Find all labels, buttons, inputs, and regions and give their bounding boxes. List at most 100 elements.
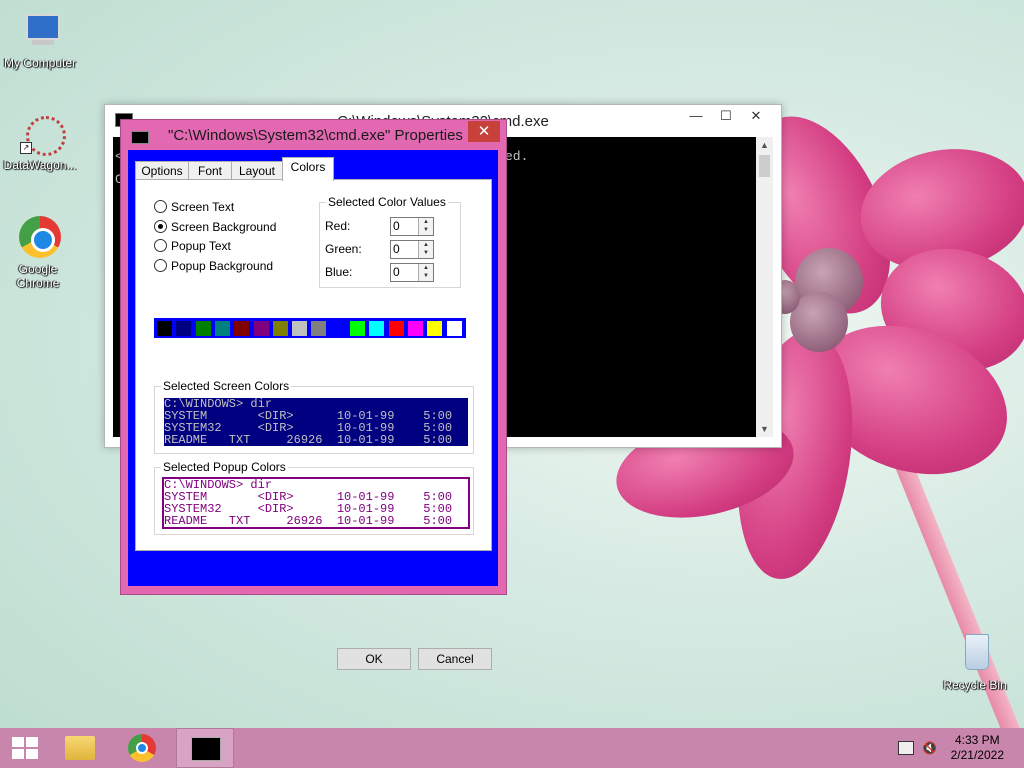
spinner-arrows-icon[interactable]: ▲ ▼ bbox=[418, 218, 433, 235]
blue-label: Blue: bbox=[325, 265, 353, 279]
red-spinner[interactable]: 0 ▲ ▼ bbox=[390, 217, 434, 236]
blue-value[interactable]: 0 bbox=[393, 264, 400, 281]
chrome-icon bbox=[17, 216, 61, 260]
popup-colors-preview: C:\WINDOWS> dir SYSTEM <DIR> 10-01-99 5:… bbox=[162, 477, 470, 529]
green-row: Green: bbox=[325, 242, 362, 256]
properties-dialog[interactable]: "C:\Windows\System32\cmd.exe" Properties… bbox=[120, 119, 507, 670]
taskbar: 🔇 4:33 PM 2/21/2022 bbox=[0, 728, 1024, 768]
datawagon-icon: ↗ bbox=[18, 112, 66, 156]
color-swatch[interactable] bbox=[157, 321, 172, 336]
preview-line: README TXT 26926 10-01-99 5:00 bbox=[164, 514, 453, 528]
clock-date: 2/21/2022 bbox=[950, 748, 1004, 762]
dialog-body: Options Font Layout Colors Screen Text S… bbox=[128, 150, 498, 586]
color-swatch[interactable] bbox=[272, 321, 288, 336]
computer-icon bbox=[18, 10, 62, 54]
start-button[interactable] bbox=[0, 728, 48, 768]
radio-screen-text[interactable]: Screen Text bbox=[154, 200, 234, 214]
colors-panel: Screen Text Screen Background Popup Text… bbox=[135, 179, 492, 551]
close-button[interactable]: ✕ bbox=[741, 105, 771, 127]
group-title: Selected Color Values bbox=[326, 195, 448, 209]
cmd-window-icon bbox=[131, 131, 149, 144]
desktop-icon-label: My Computer bbox=[3, 56, 77, 70]
color-swatch[interactable] bbox=[446, 321, 462, 336]
selected-color-values-group: Selected Color Values Red: 0 ▲ ▼ Green: 0… bbox=[319, 195, 461, 288]
desktop-icon-datawagon[interactable]: ↗ DataWagon... bbox=[0, 112, 80, 172]
desktop-icon-label: Google Chrome bbox=[16, 262, 60, 290]
radio-label: Screen Background bbox=[171, 220, 277, 234]
red-label: Red: bbox=[325, 219, 351, 233]
radio-popup-background[interactable]: Popup Background bbox=[154, 259, 273, 273]
red-value[interactable]: 0 bbox=[393, 218, 400, 235]
color-swatch[interactable] bbox=[195, 321, 211, 336]
network-icon[interactable] bbox=[898, 741, 914, 755]
cmd-vertical-scrollbar[interactable]: ▲ ▼ bbox=[756, 137, 773, 437]
color-swatch[interactable] bbox=[311, 321, 327, 336]
dialog-titlebar[interactable]: "C:\Windows\System32\cmd.exe" Properties… bbox=[121, 120, 506, 150]
blue-spinner[interactable]: 0 ▲ ▼ bbox=[390, 263, 434, 282]
group-title: Selected Popup Colors bbox=[161, 460, 288, 474]
flower-stem bbox=[880, 423, 1024, 764]
scroll-thumb[interactable] bbox=[759, 155, 770, 177]
color-palette bbox=[154, 318, 466, 338]
color-swatch[interactable] bbox=[214, 321, 230, 336]
taskbar-file-explorer[interactable] bbox=[56, 728, 104, 768]
desktop-icon-label: Recycle Bin bbox=[943, 678, 1007, 692]
color-swatch[interactable] bbox=[427, 321, 443, 336]
console-line: ed. bbox=[505, 149, 529, 164]
desktop-icon-my-computer[interactable]: My Computer bbox=[0, 10, 80, 70]
recycle-bin-icon bbox=[953, 632, 997, 676]
radio-popup-text[interactable]: Popup Text bbox=[154, 239, 231, 253]
scroll-up-arrow-icon[interactable]: ▲ bbox=[756, 137, 773, 153]
green-spinner[interactable]: 0 ▲ ▼ bbox=[390, 240, 434, 259]
taskbar-chrome[interactable] bbox=[118, 728, 166, 768]
tab-options[interactable]: Options bbox=[135, 161, 189, 180]
color-swatch[interactable] bbox=[292, 321, 308, 336]
color-swatch[interactable] bbox=[176, 321, 192, 336]
desktop-icon-google-chrome[interactable]: Google Chrome bbox=[0, 216, 78, 290]
radio-label: Popup Text bbox=[171, 239, 231, 253]
dialog-close-button[interactable]: ✕ bbox=[468, 121, 500, 142]
radio-button[interactable] bbox=[154, 220, 167, 233]
ok-button[interactable]: OK bbox=[337, 648, 411, 670]
color-swatch[interactable] bbox=[234, 321, 250, 336]
spinner-arrows-icon[interactable]: ▲ ▼ bbox=[418, 241, 433, 258]
preview-line: README TXT 26926 10-01-99 5:00 bbox=[164, 433, 453, 447]
minimize-button[interactable]: — bbox=[681, 105, 711, 127]
radio-button[interactable] bbox=[154, 239, 167, 252]
color-swatch[interactable] bbox=[407, 321, 423, 336]
folder-icon bbox=[65, 736, 95, 760]
maximize-button[interactable]: ☐ bbox=[711, 105, 741, 127]
dialog-title: "C:\Windows\System32\cmd.exe" Properties bbox=[168, 127, 463, 144]
color-swatch[interactable] bbox=[253, 321, 269, 336]
taskbar-cmd[interactable] bbox=[176, 728, 234, 768]
clock-time: 4:33 PM bbox=[954, 733, 1000, 747]
cmd-icon bbox=[191, 737, 221, 761]
color-swatch[interactable] bbox=[330, 321, 346, 336]
windows-logo-icon bbox=[12, 737, 38, 759]
color-swatch[interactable] bbox=[388, 321, 404, 336]
spinner-arrows-icon[interactable]: ▲ ▼ bbox=[418, 264, 433, 281]
volume-muted-icon[interactable]: 🔇 bbox=[922, 741, 937, 755]
radio-button[interactable] bbox=[154, 200, 167, 213]
blue-row: Blue: bbox=[325, 265, 352, 279]
radio-button[interactable] bbox=[154, 259, 167, 272]
radio-label: Popup Background bbox=[171, 259, 274, 273]
radio-screen-background[interactable]: Screen Background bbox=[154, 220, 276, 234]
color-swatch[interactable] bbox=[350, 321, 365, 336]
radio-label: Screen Text bbox=[171, 200, 235, 214]
green-value[interactable]: 0 bbox=[393, 241, 400, 258]
green-label: Green: bbox=[325, 242, 362, 256]
screen-colors-preview: C:\WINDOWS> dir SYSTEM <DIR> 10-01-99 5:… bbox=[162, 396, 470, 448]
tab-layout[interactable]: Layout bbox=[231, 161, 283, 180]
scroll-down-arrow-icon[interactable]: ▼ bbox=[756, 421, 773, 437]
desktop-icon-label: DataWagon... bbox=[3, 158, 77, 172]
tab-font[interactable]: Font bbox=[188, 161, 232, 180]
tray-clock[interactable]: 4:33 PM 2/21/2022 bbox=[951, 733, 1004, 763]
color-swatch[interactable] bbox=[369, 321, 385, 336]
red-row: Red: bbox=[325, 219, 350, 233]
desktop-icon-recycle-bin[interactable]: Recycle Bin bbox=[935, 632, 1015, 692]
tab-colors[interactable]: Colors bbox=[282, 157, 334, 181]
group-title: Selected Screen Colors bbox=[161, 379, 292, 393]
cancel-button[interactable]: Cancel bbox=[418, 648, 492, 670]
chrome-icon-center bbox=[136, 742, 148, 754]
